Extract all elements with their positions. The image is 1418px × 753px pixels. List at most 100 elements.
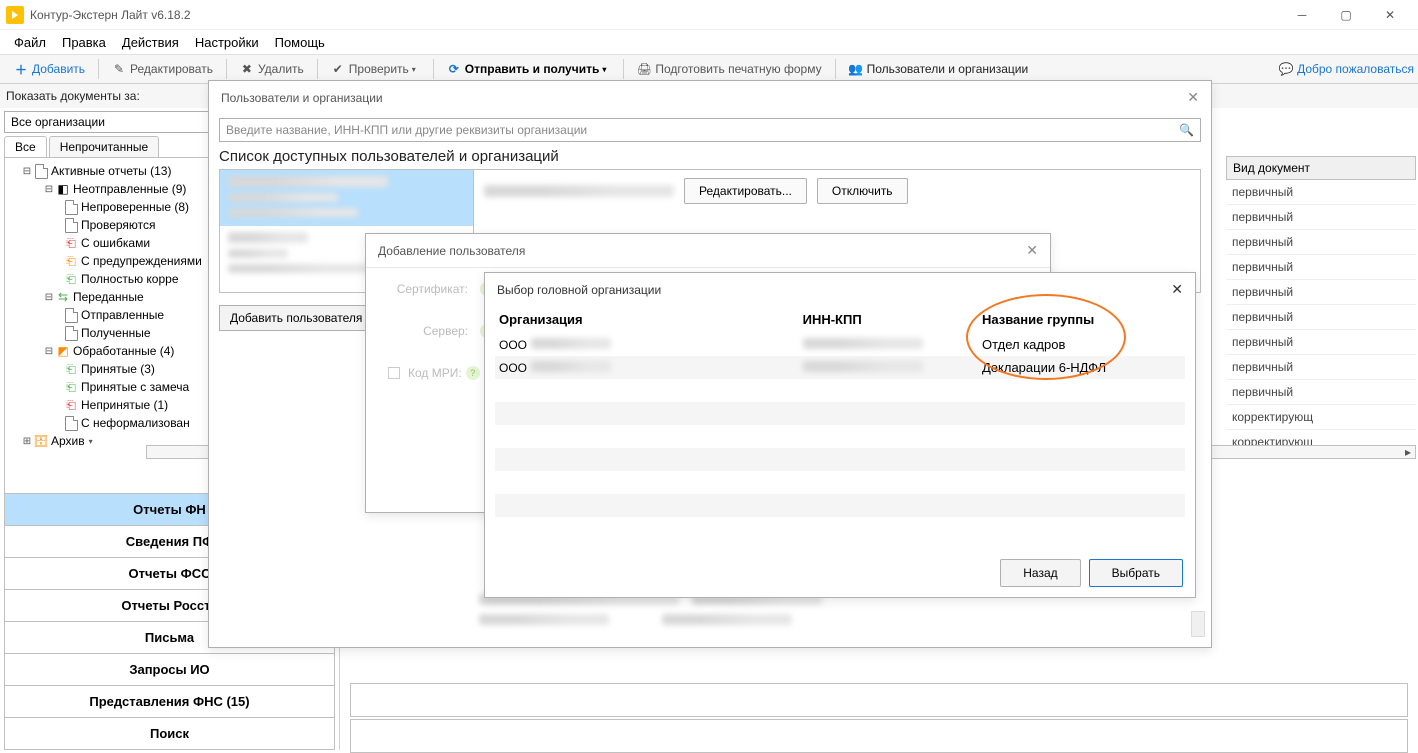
table-row[interactable]: ООО Декларации 6-НДФЛ [495, 356, 1185, 379]
chevron-down-icon[interactable]: ▾ [602, 65, 610, 74]
user-list-item[interactable] [220, 170, 473, 226]
document-type-column: Вид документ первичный первичный первичн… [1226, 156, 1416, 455]
add-user-button[interactable]: Добавить пользователя [219, 305, 373, 331]
tab-all[interactable]: Все [4, 136, 47, 157]
table-row[interactable] [495, 379, 1185, 402]
select-parent-org-dialog: Выбор головной организации ✕ Организация… [484, 272, 1196, 598]
nav-ion[interactable]: Запросы ИО [4, 653, 335, 686]
mri-checkbox[interactable] [388, 367, 400, 379]
print-form-button[interactable]: 🖨Подготовить печатную форму [629, 60, 829, 78]
scroll-right-icon[interactable]: ▸ [1401, 446, 1415, 458]
chevron-down-icon[interactable]: ▾ [412, 65, 420, 74]
delete-button[interactable]: ✖Удалить [232, 60, 312, 78]
cell[interactable]: первичный [1226, 280, 1416, 305]
vertical-scrollbar[interactable] [1191, 611, 1205, 637]
archive-icon: 🗄 [33, 434, 49, 448]
list-header: Список доступных пользователей и организ… [219, 148, 1201, 165]
processed-icon: ◩ [55, 344, 71, 358]
separator [433, 59, 434, 79]
table-row[interactable] [495, 402, 1185, 425]
document-icon [63, 326, 79, 340]
tab-unread[interactable]: Непрочитанные [49, 136, 159, 157]
menu-actions[interactable]: Действия [114, 33, 187, 52]
edit-button[interactable]: ✎Редактировать [104, 60, 221, 78]
separator [835, 59, 836, 79]
col-group-name[interactable]: Название группы [978, 306, 1185, 333]
rejected-doc-icon: ⎗ [63, 398, 79, 412]
collapse-icon[interactable]: ⊟ [43, 346, 55, 357]
search-placeholder: Введите название, ИНН-КПП или другие рек… [226, 123, 587, 137]
nav-repr[interactable]: Представления ФНС (15) [4, 685, 335, 718]
menu-bar: Файл Правка Действия Настройки Помощь [0, 30, 1418, 54]
welcome-feedback-button[interactable]: 💬Добро пожаловаться [1279, 62, 1414, 76]
menu-help[interactable]: Помощь [267, 33, 333, 52]
menu-edit[interactable]: Правка [54, 33, 114, 52]
title-bar: Контур-Экстерн Лайт v6.18.2 ─ ▢ ✕ [0, 0, 1418, 30]
pencil-icon: ✎ [112, 62, 126, 76]
col-organization[interactable]: Организация [495, 306, 799, 333]
close-icon[interactable]: ✕ [1187, 89, 1199, 106]
document-icon [63, 200, 79, 214]
table-row[interactable] [495, 471, 1185, 494]
mri-label: Код МРИ: [408, 366, 462, 380]
table-row[interactable] [495, 448, 1185, 471]
check-button[interactable]: ✔Проверить▾ [323, 60, 428, 78]
accepted-warn-doc-icon: ⎗ [63, 380, 79, 394]
column-header[interactable]: Вид документ [1226, 156, 1416, 180]
collapse-icon[interactable]: ⊟ [43, 292, 55, 303]
org-search-input[interactable]: Введите название, ИНН-КПП или другие рек… [219, 118, 1201, 142]
dialog-title: Пользователи и организации [221, 91, 383, 105]
cross-icon: ✖ [240, 62, 254, 76]
dialog-title: Добавление пользователя [378, 244, 525, 258]
table-row[interactable] [495, 494, 1185, 517]
separator [623, 59, 624, 79]
error-doc-icon: ⎗ [63, 236, 79, 250]
disable-user-button[interactable]: Отключить [817, 178, 908, 204]
cell[interactable]: первичный [1226, 380, 1416, 405]
document-icon [33, 164, 49, 178]
filter-label: Показать документы за: [6, 89, 140, 103]
close-icon[interactable]: ✕ [1171, 281, 1183, 298]
nav-search[interactable]: Поиск [4, 717, 335, 750]
maximize-button[interactable]: ▢ [1324, 1, 1368, 29]
collapse-icon[interactable]: ⊟ [43, 184, 55, 195]
pause-icon: ◧ [55, 182, 71, 196]
table-row[interactable] [495, 425, 1185, 448]
accepted-doc-icon: ⎗ [63, 362, 79, 376]
cell[interactable]: первичный [1226, 255, 1416, 280]
help-icon[interactable]: ? [466, 366, 480, 380]
add-button[interactable]: ＋Добавить [6, 60, 93, 78]
cell[interactable]: первичный [1226, 180, 1416, 205]
users-orgs-button[interactable]: 👥Пользователи и организации [841, 60, 1037, 78]
speech-bubble-icon: 💬 [1279, 62, 1293, 76]
expand-icon[interactable]: ⊞ [21, 436, 33, 447]
cell[interactable]: корректирующ [1226, 405, 1416, 430]
back-button[interactable]: Назад [1000, 559, 1080, 587]
app-logo-icon [6, 6, 24, 24]
cell[interactable]: первичный [1226, 330, 1416, 355]
cell[interactable]: первичный [1226, 355, 1416, 380]
document-icon [63, 218, 79, 232]
minimize-button[interactable]: ─ [1280, 1, 1324, 29]
ok-doc-icon: ⎗ [63, 272, 79, 286]
select-button[interactable]: Выбрать [1089, 559, 1183, 587]
dialog-title: Выбор головной организации [497, 283, 661, 297]
table-row[interactable]: ООО Отдел кадров [495, 333, 1185, 356]
collapse-icon[interactable]: ⊟ [21, 166, 33, 177]
search-icon[interactable]: 🔍 [1179, 123, 1194, 137]
server-label: Сервер: [388, 324, 468, 338]
close-icon[interactable]: ✕ [1026, 242, 1038, 259]
cell[interactable]: первичный [1226, 305, 1416, 330]
document-icon [63, 308, 79, 322]
cell[interactable]: первичный [1226, 205, 1416, 230]
users-icon: 👥 [849, 62, 863, 76]
lower-panel-2 [350, 719, 1408, 753]
edit-user-button[interactable]: Редактировать... [684, 178, 807, 204]
table-row[interactable] [495, 517, 1185, 540]
menu-file[interactable]: Файл [6, 33, 54, 52]
cell[interactable]: первичный [1226, 230, 1416, 255]
col-inn-kpp[interactable]: ИНН-КПП [799, 306, 978, 333]
send-receive-button[interactable]: ⟳Отправить и получить▾ [439, 60, 619, 78]
close-button[interactable]: ✕ [1368, 1, 1412, 29]
menu-settings[interactable]: Настройки [187, 33, 267, 52]
